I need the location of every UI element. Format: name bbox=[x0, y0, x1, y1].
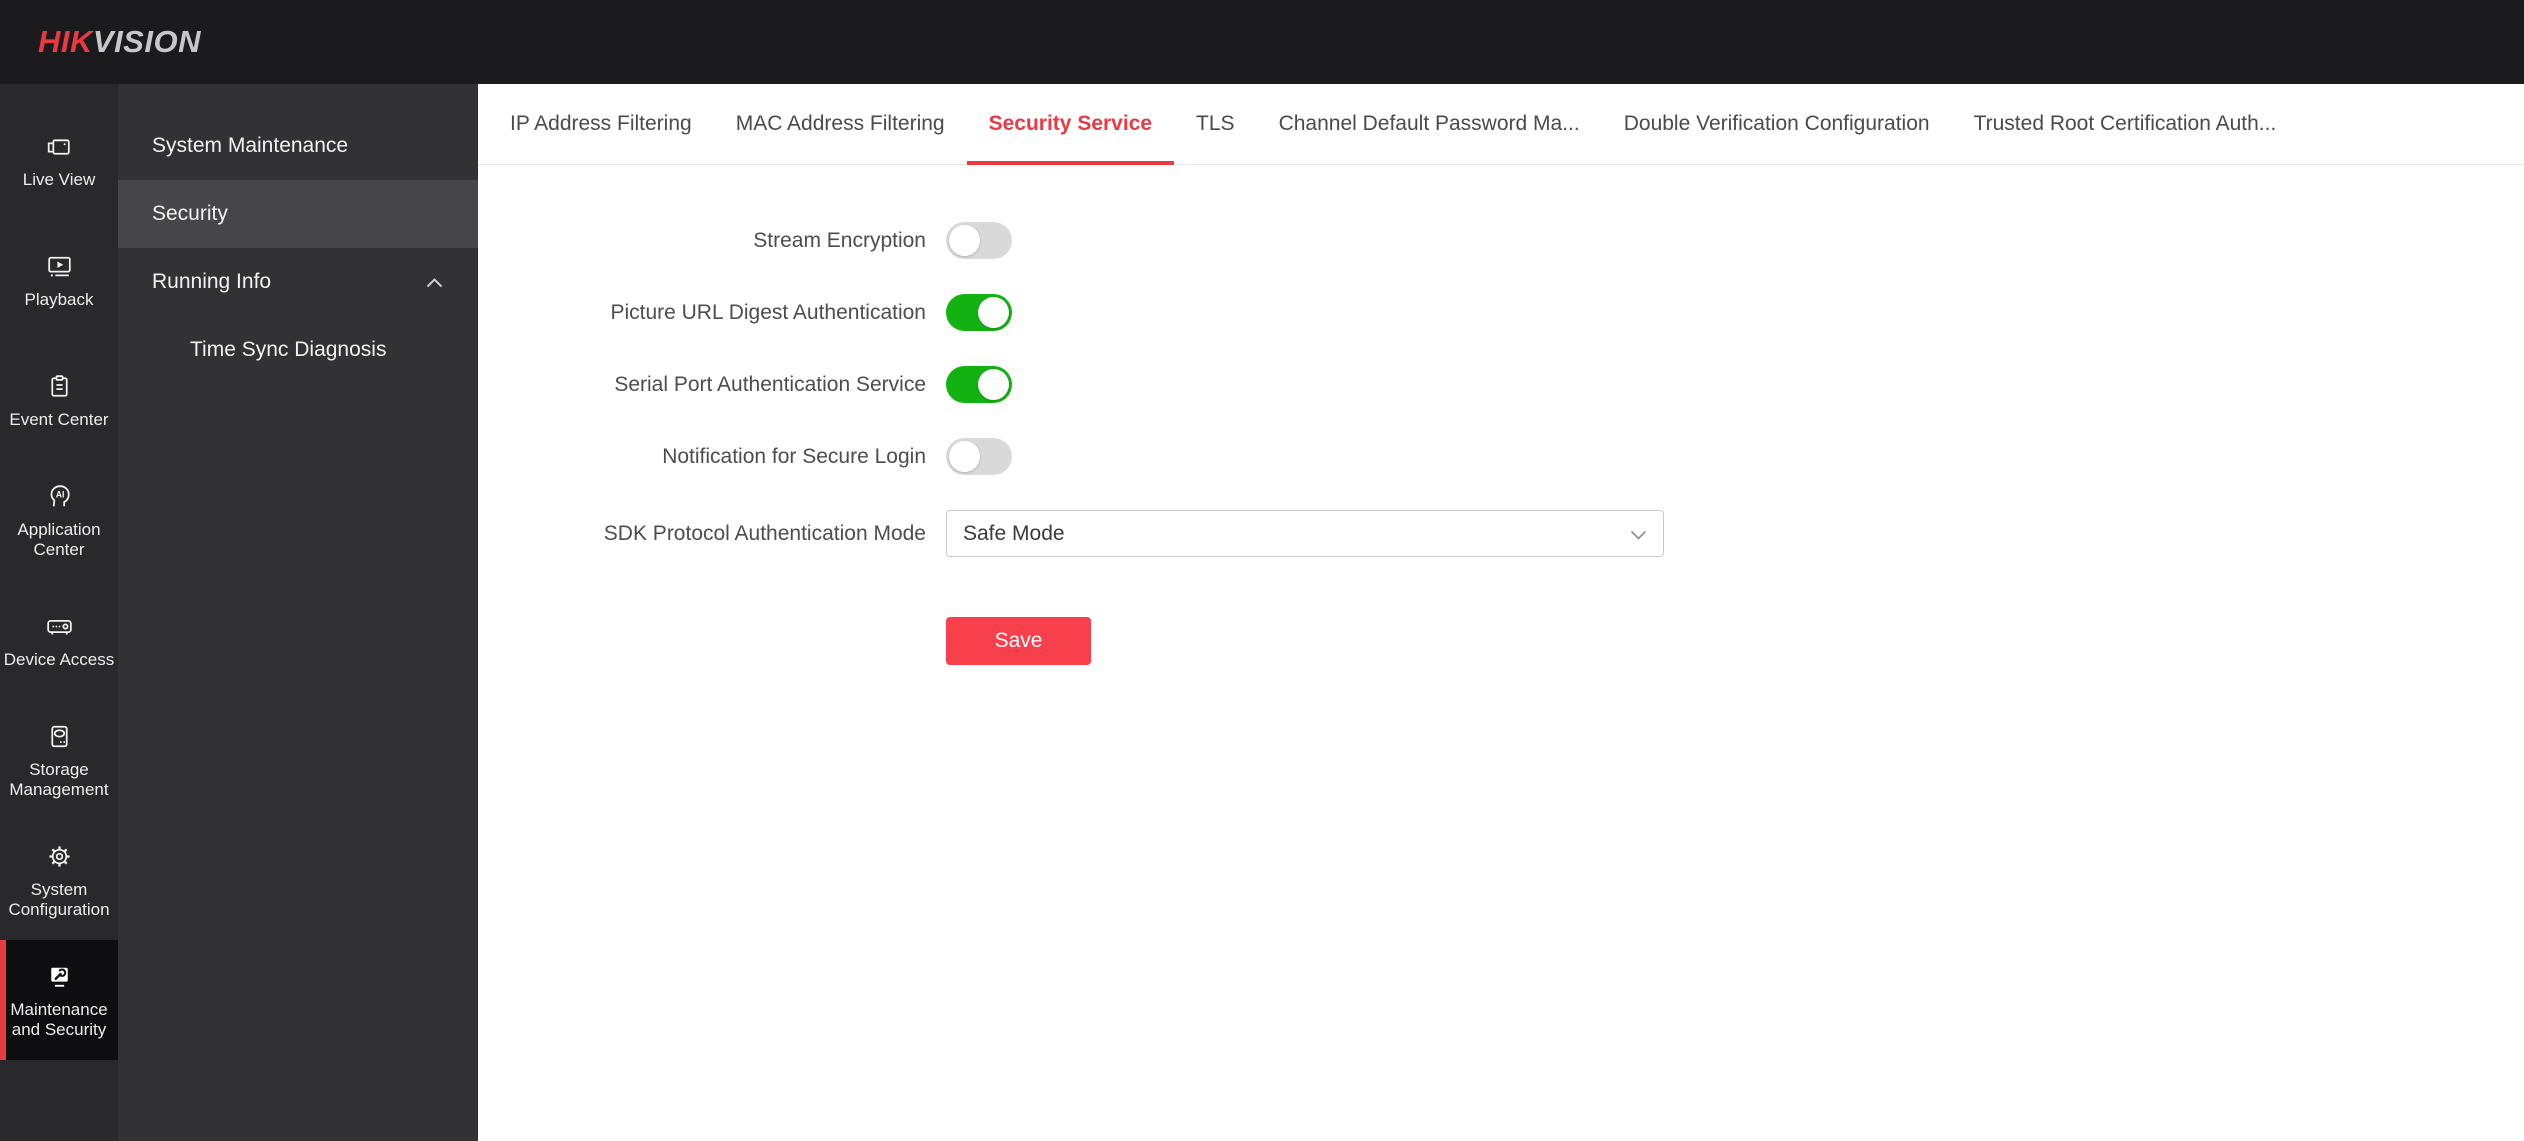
tab-ip-address-filtering[interactable]: IP Address Filtering bbox=[488, 84, 714, 164]
notification-for-secure-login-toggle[interactable] bbox=[946, 438, 1012, 475]
select-value: Safe Mode bbox=[963, 521, 1065, 545]
subnav-item-time-sync-diagnosis[interactable]: Time Sync Diagnosis bbox=[118, 316, 478, 384]
rail-item-label: Playback bbox=[24, 290, 94, 309]
stream-encryption-toggle[interactable] bbox=[946, 222, 1012, 259]
subnav-item-label: Time Sync Diagnosis bbox=[190, 338, 387, 361]
chevron-up-icon bbox=[426, 270, 443, 294]
rail-item-label: Storage Management bbox=[9, 760, 109, 799]
security-service-form: Stream Encryption Picture URL Digest Aut… bbox=[478, 165, 2524, 665]
tab-mac-address-filtering[interactable]: MAC Address Filtering bbox=[714, 84, 967, 164]
subnav-item-system-maintenance[interactable]: System Maintenance bbox=[118, 112, 478, 180]
logo-vision: VISION bbox=[92, 24, 201, 59]
toggle-knob bbox=[978, 369, 1009, 400]
device-access-icon bbox=[43, 610, 76, 643]
rail-item-label: Live View bbox=[22, 170, 96, 189]
tab-double-verification-configuration[interactable]: Double Verification Configuration bbox=[1602, 84, 1952, 164]
rail-item-event-center[interactable]: Event Center bbox=[0, 340, 118, 460]
chevron-down-icon bbox=[1630, 522, 1647, 546]
toggle-knob bbox=[949, 441, 980, 472]
rail-item-application-center[interactable]: AI Application Center bbox=[0, 460, 118, 580]
event-center-icon bbox=[43, 370, 76, 403]
subnav-item-security[interactable]: Security bbox=[118, 180, 478, 248]
topbar: HIK VISION bbox=[0, 0, 2524, 84]
rail-item-label: Event Center bbox=[9, 410, 109, 429]
subnav-item-label: Running Info bbox=[152, 270, 272, 293]
rail-item-system-configuration[interactable]: System Configuration bbox=[0, 820, 118, 940]
subnav-item-running-info[interactable]: Running Info bbox=[118, 248, 478, 316]
maintenance-security-icon bbox=[43, 960, 76, 993]
toggle-knob bbox=[949, 225, 980, 256]
save-row: Save bbox=[478, 617, 2524, 665]
tab-trusted-root-certification[interactable]: Trusted Root Certification Auth... bbox=[1952, 84, 2299, 164]
rail-item-device-access[interactable]: Device Access bbox=[0, 580, 118, 700]
storage-management-icon bbox=[43, 720, 76, 753]
rail-item-label: Device Access bbox=[3, 650, 115, 669]
notification-for-secure-login-label: Notification for Secure Login bbox=[662, 444, 926, 468]
svg-text:AI: AI bbox=[55, 490, 64, 500]
picture-url-digest-authentication-toggle[interactable] bbox=[946, 294, 1012, 331]
serial-port-authentication-service-label: Serial Port Authentication Service bbox=[614, 372, 926, 396]
serial-port-authentication-service-toggle[interactable] bbox=[946, 366, 1012, 403]
picture-url-digest-authentication-label: Picture URL Digest Authentication bbox=[610, 300, 926, 324]
tab-security-service[interactable]: Security Service bbox=[966, 84, 1175, 165]
form-row-picture-url-digest-authentication: Picture URL Digest Authentication bbox=[478, 294, 2524, 331]
primary-nav-rail: Live View Playback Event Center AI Appli… bbox=[0, 84, 118, 1141]
subnav-item-label: Security bbox=[152, 202, 228, 225]
rail-item-maintenance-and-security[interactable]: Maintenance and Security bbox=[0, 940, 118, 1060]
rail-item-label: Maintenance and Security bbox=[10, 1000, 108, 1039]
subnav-item-label: System Maintenance bbox=[152, 134, 349, 157]
main-panel: IP Address Filtering MAC Address Filteri… bbox=[478, 84, 2524, 1141]
toggle-knob bbox=[978, 297, 1009, 328]
playback-icon bbox=[43, 250, 76, 283]
form-row-stream-encryption: Stream Encryption bbox=[478, 222, 2524, 259]
secondary-sidebar: System Maintenance Security Running Info… bbox=[118, 84, 478, 1141]
form-row-serial-port-authentication-service: Serial Port Authentication Service bbox=[478, 366, 2524, 403]
rail-item-label: System Configuration bbox=[8, 880, 110, 919]
form-row-notification-for-secure-login: Notification for Secure Login bbox=[478, 438, 2524, 475]
form-row-sdk-protocol-authentication-mode: SDK Protocol Authentication Mode Safe Mo… bbox=[478, 510, 2524, 557]
logo-hik: HIK bbox=[38, 24, 93, 59]
stream-encryption-label: Stream Encryption bbox=[753, 228, 926, 252]
sdk-protocol-authentication-mode-label: SDK Protocol Authentication Mode bbox=[603, 521, 926, 545]
rail-item-live-view[interactable]: Live View bbox=[0, 100, 118, 220]
rail-item-label: Application Center bbox=[17, 520, 101, 559]
system-configuration-icon bbox=[43, 840, 76, 873]
tab-bar: IP Address Filtering MAC Address Filteri… bbox=[478, 84, 2524, 165]
save-button[interactable]: Save bbox=[946, 617, 1091, 665]
hikvision-logo: HIK VISION bbox=[38, 24, 201, 60]
tab-tls[interactable]: TLS bbox=[1174, 84, 1257, 164]
tab-channel-default-password[interactable]: Channel Default Password Ma... bbox=[1257, 84, 1602, 164]
sdk-protocol-authentication-mode-select[interactable]: Safe Mode bbox=[946, 510, 1664, 557]
live-view-icon bbox=[43, 130, 76, 163]
rail-item-storage-management[interactable]: Storage Management bbox=[0, 700, 118, 820]
rail-item-playback[interactable]: Playback bbox=[0, 220, 118, 340]
application-center-icon: AI bbox=[43, 480, 76, 513]
